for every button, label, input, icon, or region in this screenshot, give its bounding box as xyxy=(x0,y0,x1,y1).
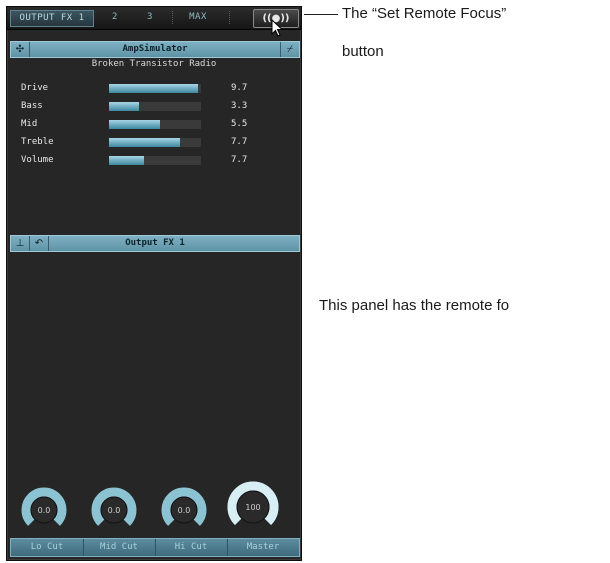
callout-panel-note: This panel has the remote fo xyxy=(319,297,510,314)
param-name: Bass xyxy=(21,101,43,111)
param-row-bass: Bass 3.3 xyxy=(21,100,261,112)
param-name: Drive xyxy=(21,83,49,93)
tab-separator xyxy=(172,11,174,24)
insert-title: AmpSimulator xyxy=(122,44,188,54)
param-slider[interactable] xyxy=(109,84,201,93)
knob-label-master: Master xyxy=(246,542,280,552)
preset-name: Broken Transistor Radio xyxy=(91,59,217,69)
param-row-treble: Treble 7.7 xyxy=(21,136,261,148)
callout-leader-line xyxy=(304,14,338,15)
tab-separator xyxy=(229,11,231,24)
knob-master[interactable]: 100 xyxy=(227,481,279,533)
knob-mid-cut[interactable]: 0.0 xyxy=(91,487,137,533)
output-header: ⊥ ↶ Output FX 1 xyxy=(10,235,300,252)
knob-area: 0.0 0.0 0.0 100 xyxy=(7,477,301,537)
param-slider-fill xyxy=(109,84,199,93)
knob-value: 0.0 xyxy=(38,506,51,515)
param-slider[interactable] xyxy=(109,120,201,129)
param-name: Volume xyxy=(21,155,54,165)
param-slider-fill xyxy=(109,120,160,129)
param-value: 7.7 xyxy=(231,155,248,165)
callout-remote-focus-line1: The “Set Remote Focus” xyxy=(342,5,507,22)
param-value: 7.7 xyxy=(231,137,248,147)
param-row-volume: Volume 7.7 xyxy=(21,154,261,166)
knob-value: 0.0 xyxy=(108,506,121,515)
param-slider[interactable] xyxy=(109,102,201,111)
control-panel: OUTPUT FX 1 2 3 MAX ((●)) ✣ AmpSimulator… xyxy=(6,6,302,561)
param-value: 3.3 xyxy=(231,101,248,111)
mouse-cursor-icon xyxy=(271,19,284,37)
param-slider-fill xyxy=(109,138,180,147)
insert-header: ✣ AmpSimulator ⌿ xyxy=(10,41,300,58)
knob-value: 100 xyxy=(245,503,260,512)
param-slider[interactable] xyxy=(109,138,201,147)
tab-max[interactable]: MAX xyxy=(183,10,213,25)
knob-hi-cut[interactable]: 0.0 xyxy=(161,487,207,533)
param-name: Mid xyxy=(21,119,38,129)
callout-remote-focus-line2: button xyxy=(342,43,384,60)
knob-value: 0.0 xyxy=(178,506,191,515)
tab-bar: OUTPUT FX 1 2 3 MAX ((●)) xyxy=(7,7,301,37)
param-row-mid: Mid 5.5 xyxy=(21,118,261,130)
knob-label-mid-cut: Mid Cut xyxy=(83,539,156,556)
tab-output-fx-1[interactable]: OUTPUT FX 1 xyxy=(10,10,94,27)
param-slider[interactable] xyxy=(109,156,201,165)
tab-2[interactable]: 2 xyxy=(105,10,125,25)
knob-label-bar: Lo Cut Mid Cut Hi Cut Master xyxy=(10,538,300,557)
knob-label-hi-cut: Hi Cut xyxy=(155,539,228,556)
param-value: 5.5 xyxy=(231,119,248,129)
param-row-drive: Drive 9.7 xyxy=(21,82,261,94)
param-slider-fill xyxy=(109,156,144,165)
knob-label-lo-cut: Lo Cut xyxy=(11,539,84,556)
param-slider-fill xyxy=(109,102,140,111)
param-name: Treble xyxy=(21,137,54,147)
bypass-icon[interactable]: ⌿ xyxy=(280,42,299,57)
tab-3[interactable]: 3 xyxy=(140,10,160,25)
param-value: 9.7 xyxy=(231,83,248,93)
knob-lo-cut[interactable]: 0.0 xyxy=(21,487,67,533)
output-title: Output FX 1 xyxy=(125,238,185,248)
